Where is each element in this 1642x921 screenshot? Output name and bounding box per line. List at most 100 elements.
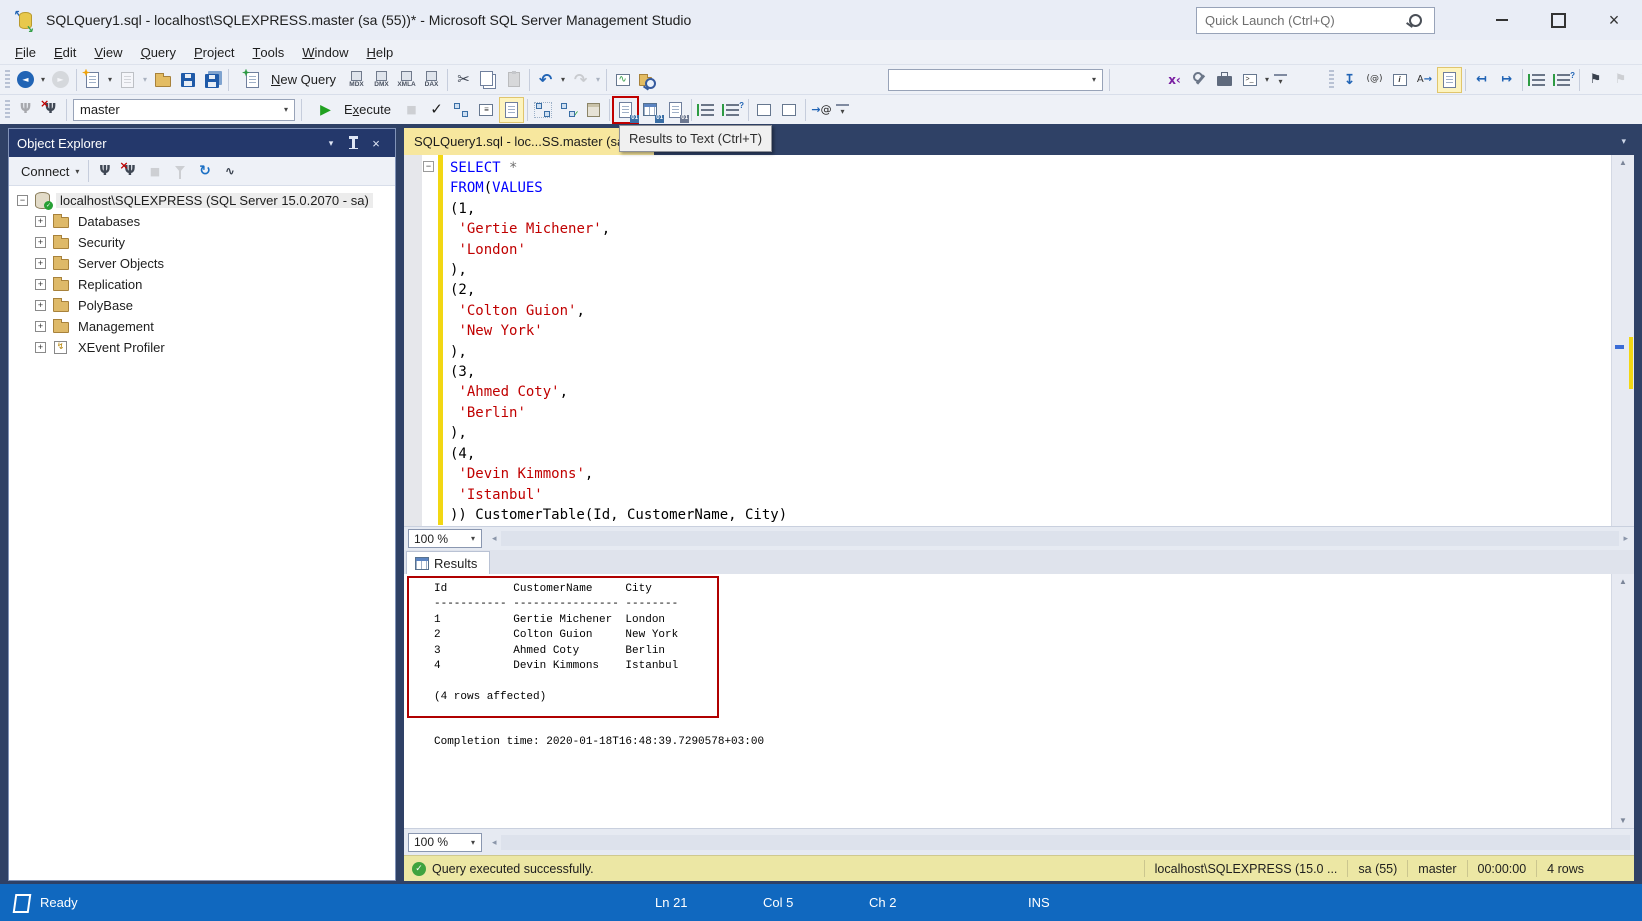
tree-item-databases[interactable]: +Databases (9, 211, 395, 232)
connect-plug-icon[interactable]: Ψ (93, 159, 116, 183)
menu-project[interactable]: Project (185, 40, 243, 64)
save-all-icon[interactable] (201, 68, 224, 92)
scroll-up-icon[interactable]: ▲ (1612, 574, 1634, 589)
save-icon[interactable] (176, 68, 199, 92)
collapse-icon[interactable]: − (17, 195, 28, 206)
status-char[interactable]: Ch 2 (869, 884, 896, 921)
increase-line-indent-icon[interactable]: ↦ (1495, 68, 1518, 92)
dropdown-caret-icon[interactable]: ▾ (140, 75, 150, 84)
connect-icon[interactable]: Ψ (14, 98, 37, 122)
toolbox-icon[interactable] (1213, 68, 1236, 92)
find-combobox[interactable]: ▾ (888, 69, 1103, 91)
refresh-icon[interactable]: ↻ (193, 159, 216, 183)
expand-icon[interactable]: + (35, 342, 46, 353)
menu-view[interactable]: View (85, 40, 131, 64)
pin-icon[interactable] (352, 139, 355, 148)
window-position-icon[interactable]: ▾ (320, 138, 342, 149)
comment-selection-icon[interactable] (1527, 68, 1550, 92)
open-file-icon[interactable] (151, 68, 174, 92)
copy-icon[interactable] (477, 68, 500, 92)
decrease-line-indent-icon[interactable]: ↤ (1470, 68, 1493, 92)
dropdown-caret-icon[interactable]: ▾ (558, 75, 568, 84)
results-vertical-scrollbar[interactable]: ▲ ▼ (1611, 574, 1634, 828)
xmla-query-icon[interactable]: XMLA (395, 68, 418, 92)
new-query-button[interactable]: New Query (232, 68, 344, 92)
query-designer-icon[interactable]: ≡ (475, 98, 498, 122)
results-to-grid-icon[interactable]: 01 (639, 98, 662, 122)
sqlcmd-mode-icon[interactable]: x‹ (1163, 68, 1186, 92)
comment-out-icon[interactable] (696, 98, 719, 122)
tree-item-replication[interactable]: +Replication (9, 274, 395, 295)
toolbar-grip[interactable] (5, 100, 10, 120)
command-window-icon[interactable]: >_ (1238, 68, 1261, 92)
results-to-text-icon[interactable]: 01 (614, 98, 637, 122)
toolbar-overflow-icon[interactable]: ▾ (1274, 74, 1287, 86)
outline-margin[interactable]: − (422, 155, 437, 526)
close-button[interactable]: × (1586, 0, 1642, 40)
increase-indent-icon[interactable] (778, 98, 801, 122)
redo-icon[interactable]: ↷ (569, 68, 592, 92)
tree-item-security[interactable]: +Security (9, 232, 395, 253)
tree-item-management[interactable]: +Management (9, 316, 395, 337)
minimize-button[interactable] (1474, 0, 1530, 40)
scroll-left-icon[interactable]: ◂ (492, 837, 497, 848)
scroll-left-icon[interactable]: ◂ (492, 533, 497, 544)
expand-icon[interactable]: + (35, 237, 46, 248)
previous-bookmark-icon[interactable]: ⚑ (1609, 68, 1632, 92)
object-explorer-header[interactable]: Object Explorer ▾ × (9, 129, 395, 157)
cut-icon[interactable]: ✂ (452, 68, 475, 92)
execute-button[interactable]: ▶Execute (305, 98, 399, 122)
decrease-indent-icon[interactable] (753, 98, 776, 122)
dropdown-caret-icon[interactable]: ▾ (1262, 75, 1272, 84)
collapse-region-icon[interactable]: − (423, 161, 434, 172)
intellisense-enabled-icon[interactable] (500, 98, 523, 122)
available-databases-combobox[interactable]: master▾ (73, 99, 295, 121)
navigate-forward-icon[interactable]: ► (49, 68, 72, 92)
properties-window-icon[interactable] (1188, 68, 1211, 92)
activity-monitor-icon[interactable]: ∿ (218, 159, 241, 183)
results-horizontal-scrollbar[interactable] (501, 835, 1630, 850)
quick-info-icon[interactable]: i (1388, 68, 1411, 92)
change-connection-icon[interactable]: Ψ× (39, 98, 62, 122)
search-icon[interactable] (1409, 14, 1422, 27)
menu-edit[interactable]: Edit (45, 40, 85, 64)
member-list-icon[interactable]: ↧ (1338, 68, 1361, 92)
document-tab[interactable]: SQLQuery1.sql - loc...SS.master (sa (404, 128, 654, 155)
navigate-back-icon[interactable]: ◄ (14, 68, 37, 92)
uncomment-icon[interactable] (721, 98, 744, 122)
client-stats-icon[interactable] (582, 98, 605, 122)
results-pane[interactable]: Id CustomerName City----------- --------… (404, 574, 1634, 828)
results-to-file-icon[interactable]: 01 (664, 98, 687, 122)
menu-file[interactable]: File (6, 40, 45, 64)
new-file-icon[interactable] (81, 68, 104, 92)
activity-monitor-icon[interactable]: ∿ (611, 68, 634, 92)
estimated-plan-icon[interactable] (450, 98, 473, 122)
tab-list-chevron-icon[interactable]: ▾ (1621, 136, 1626, 147)
connect-button[interactable]: Connect ▾ (15, 159, 85, 183)
tree-item-polybase[interactable]: +PolyBase (9, 295, 395, 316)
menu-window[interactable]: Window (293, 40, 357, 64)
editor-zoom-combobox[interactable]: 100 % ▾ (408, 529, 482, 548)
disconnect-plug-icon[interactable]: Ψ× (118, 159, 141, 183)
template-parameters-icon[interactable]: →@ (810, 98, 833, 122)
tree-item-xevent-profiler[interactable]: +↯XEvent Profiler (9, 337, 395, 358)
filter-icon[interactable] (168, 159, 191, 183)
actual-plan-icon[interactable] (532, 98, 555, 122)
scroll-up-icon[interactable]: ▲ (1612, 155, 1634, 170)
mdx-query-icon[interactable]: MDX (345, 68, 368, 92)
complete-word-icon[interactable]: A→ (1413, 68, 1436, 92)
quick-launch-input[interactable]: Quick Launch (Ctrl+Q) (1196, 7, 1435, 34)
menu-help[interactable]: Help (358, 40, 403, 64)
toolbar-overflow-icon[interactable]: ▾ (836, 104, 849, 116)
object-explorer-tree[interactable]: −localhost\SQLEXPRESS (SQL Server 15.0.2… (9, 186, 395, 880)
maximize-button[interactable] (1530, 0, 1586, 40)
expand-icon[interactable]: + (35, 279, 46, 290)
expand-icon[interactable]: + (35, 300, 46, 311)
expand-icon[interactable]: + (35, 258, 46, 269)
next-bookmark-icon[interactable]: ⚑ (1634, 68, 1642, 92)
toggle-bookmark-icon[interactable]: ⚑ (1584, 68, 1607, 92)
parse-icon[interactable]: ✓ (425, 98, 448, 122)
expand-icon[interactable]: + (35, 216, 46, 227)
close-icon[interactable]: × (365, 136, 387, 151)
toolbar-grip[interactable] (5, 70, 10, 90)
